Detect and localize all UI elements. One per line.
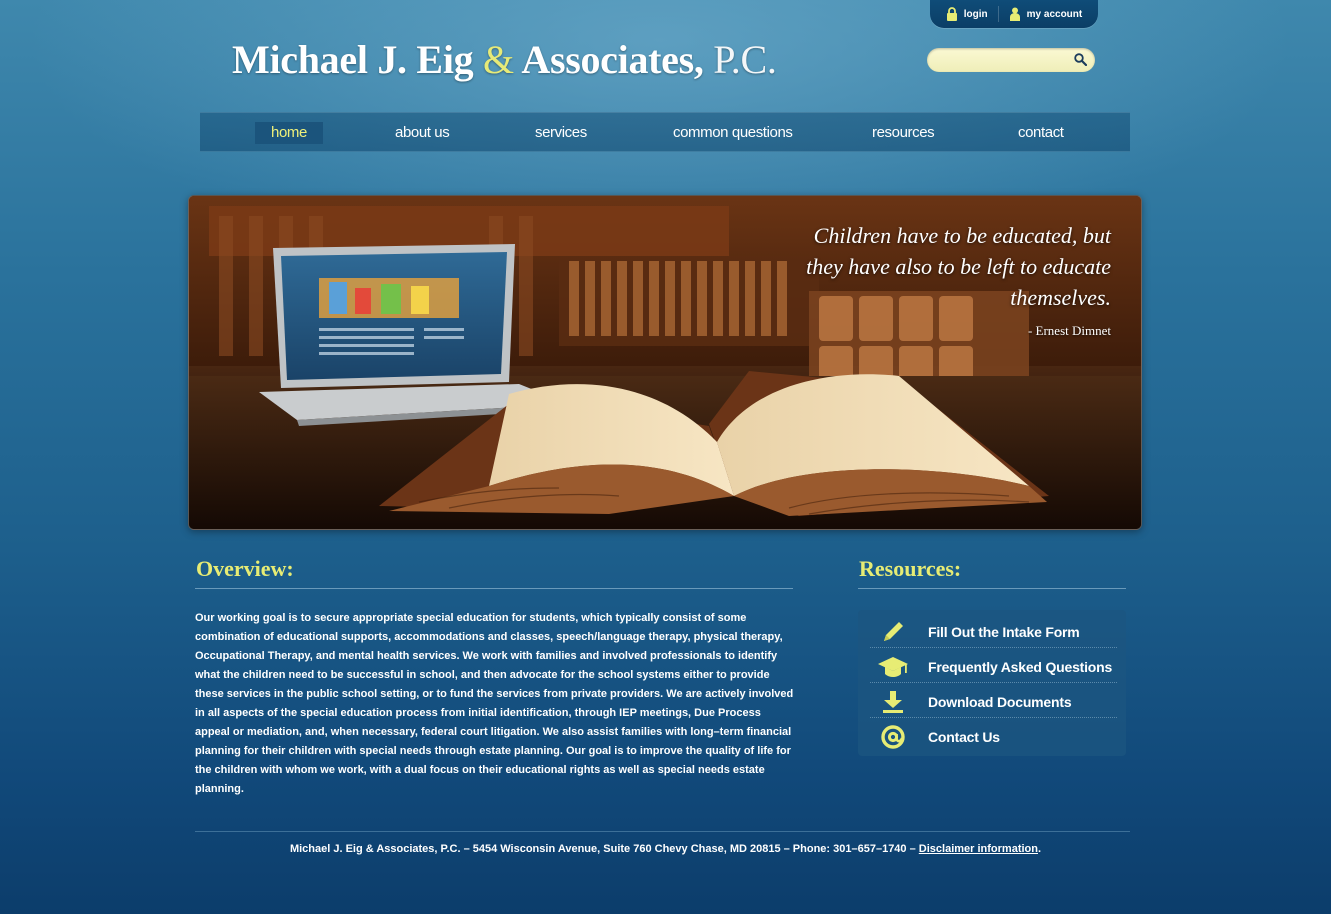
resource-download-documents[interactable]: Download Documents — [870, 684, 1117, 719]
graduation-cap-icon — [870, 654, 916, 680]
resources-list: Fill Out the Intake Form Frequently Aske… — [858, 610, 1126, 756]
account-tab: login my account — [930, 0, 1098, 28]
resource-label: Contact Us — [928, 728, 1000, 745]
login-link[interactable]: login — [946, 7, 988, 21]
overview-text: Our working goal is to secure appropriat… — [195, 612, 794, 795]
nav-home[interactable]: home — [255, 122, 323, 144]
footer-address: Michael J. Eig & Associates, P.C. – 5454… — [289, 843, 919, 855]
account-divider — [997, 6, 999, 22]
lock-icon — [946, 7, 957, 21]
logo-name: Michael J. Eig — [232, 37, 474, 82]
resources-title: Resources: — [859, 556, 962, 581]
nav-about-us[interactable]: about us — [395, 122, 450, 144]
download-icon — [870, 689, 916, 715]
hero-quote-author: - Ernest Dimnet — [1027, 323, 1111, 338]
logo-pc: P.C. — [713, 37, 777, 82]
resource-intake-form[interactable]: Fill Out the Intake Form — [870, 614, 1117, 649]
nav-common-questions[interactable]: common questions — [673, 122, 793, 144]
resource-faq[interactable]: Frequently Asked Questions — [870, 649, 1117, 684]
resource-label: Fill Out the Intake Form — [928, 623, 1080, 640]
resource-separator — [870, 647, 1117, 648]
overview-divider — [195, 588, 793, 589]
main-nav: home about us services common questions … — [200, 112, 1130, 152]
overview-title: Overview: — [196, 556, 294, 581]
nav-services[interactable]: services — [535, 122, 587, 144]
user-icon — [1009, 7, 1020, 21]
footer-divider — [195, 831, 1130, 832]
resource-label: Frequently Asked Questions — [928, 658, 1113, 675]
search-box — [927, 48, 1095, 72]
disclaimer-link[interactable]: Disclaimer information — [919, 843, 1038, 855]
at-sign-icon — [870, 724, 916, 750]
footer: Michael J. Eig & Associates, P.C. – 5454… — [0, 843, 1331, 855]
hero-banner: Children have to be educated, but they h… — [188, 195, 1142, 530]
logo-ampersand: & — [483, 37, 514, 82]
login-label: login — [963, 8, 988, 20]
site-logo[interactable]: Michael J. Eig & Associates, P.C. — [232, 36, 777, 83]
resource-separator — [870, 717, 1117, 718]
nav-resources[interactable]: resources — [872, 122, 935, 144]
my-account-label: my account — [1026, 8, 1083, 20]
my-account-link[interactable]: my account — [1009, 7, 1083, 21]
resource-separator — [870, 682, 1117, 683]
resources-divider — [858, 588, 1126, 589]
resource-contact-us[interactable]: Contact Us — [870, 719, 1117, 754]
resource-label: Download Documents — [928, 693, 1072, 710]
nav-contact[interactable]: contact — [1018, 122, 1064, 144]
pencil-icon — [870, 619, 916, 645]
logo-associates: Associates, — [521, 37, 704, 82]
search-input[interactable] — [937, 51, 1072, 69]
search-icon[interactable] — [1074, 53, 1087, 66]
footer-period: . — [1037, 843, 1042, 855]
hero-quote: Children have to be educated, but they h… — [806, 223, 1111, 310]
